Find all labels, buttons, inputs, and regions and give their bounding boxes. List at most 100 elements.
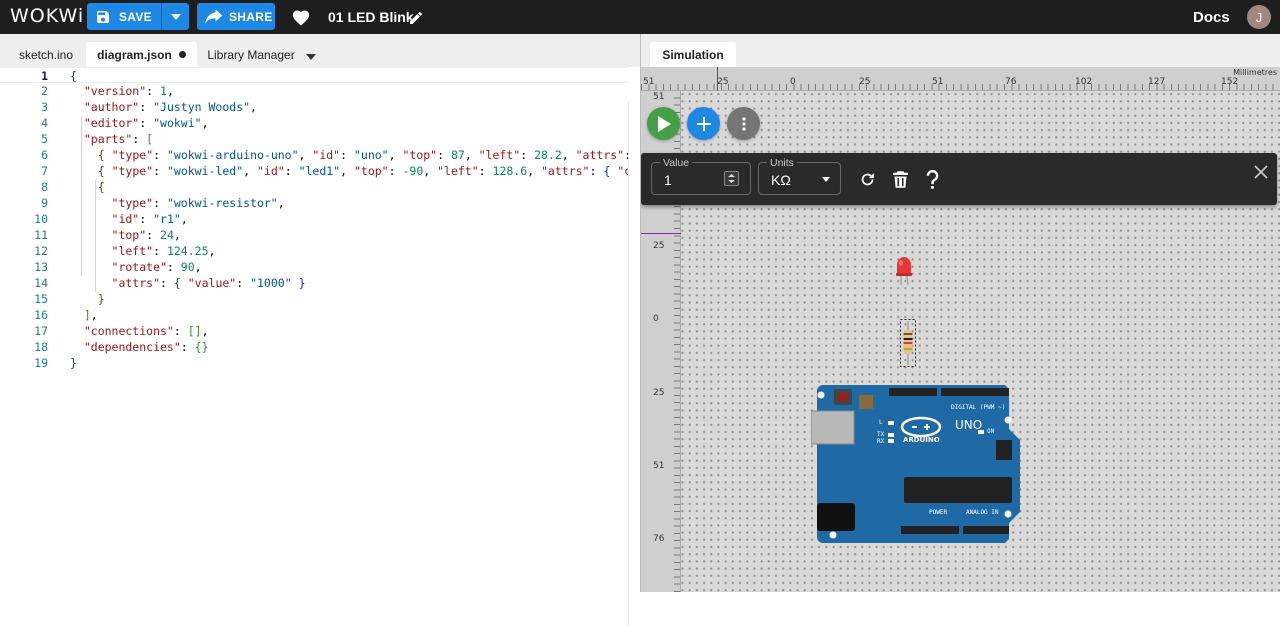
line-number: 10 <box>34 212 48 226</box>
board-tx-label: TX <box>877 431 885 438</box>
line-number: 15 <box>34 292 48 306</box>
save-button[interactable]: SAVE <box>87 3 162 30</box>
delete-trash-icon[interactable] <box>893 171 908 193</box>
board-analog-label: ANALOG IN <box>966 509 999 516</box>
ruler-label: 152 <box>1221 77 1239 87</box>
value-spinner[interactable] <box>724 171 739 186</box>
code-line: 19} <box>0 355 628 371</box>
ruler-label: 51 <box>643 77 655 87</box>
ruler-label: 51 <box>653 461 665 471</box>
line-number: 1 <box>41 69 48 83</box>
tab-simulation[interactable]: Simulation <box>650 42 736 67</box>
code-text: } <box>70 356 77 370</box>
code-line: 6 { "type": "wokwi-arduino-uno", "id": "… <box>0 147 673 163</box>
save-button-group: SAVE <box>87 3 189 30</box>
share-button[interactable]: SHARE <box>197 3 275 30</box>
ruler-label: 25 <box>653 241 665 251</box>
line-number: 5 <box>41 132 48 146</box>
line-number: 6 <box>41 148 48 162</box>
user-avatar[interactable]: J <box>1247 5 1271 29</box>
code-text: "top": 24, <box>70 228 181 242</box>
play-icon <box>657 115 671 132</box>
code-text: "left": 124.25, <box>70 244 216 258</box>
arduino-uno-board[interactable]: UNO ARDUINO DIGITAL (PWM ~) POWER ANALOG… <box>810 385 1023 548</box>
line-number: 11 <box>34 228 48 242</box>
close-icon[interactable] <box>1254 165 1268 184</box>
code-line: 17 "connections": [], <box>0 323 628 339</box>
code-text: "version": 1, <box>70 84 174 98</box>
ruler-marker <box>717 67 718 91</box>
tab-library-manager[interactable]: Library Manager <box>202 42 300 67</box>
simulation-canvas[interactable]: 51 25 0 25 51 76 102 127 152 Millimetres… <box>641 67 1280 592</box>
board-brand-label: ARDUINO <box>903 436 940 444</box>
line-number: 3 <box>41 100 48 114</box>
ruler-label: 51 <box>653 92 665 102</box>
code-text: { <box>97 180 105 194</box>
top-bar: WOKWi SAVE SHARE 01 LED Blink Docs J <box>0 0 1280 34</box>
code-text: "author": "Justyn Woods", <box>70 100 257 114</box>
unsaved-changes-dot-icon <box>178 51 186 58</box>
code-text: } <box>97 292 105 306</box>
ruler-label: 76 <box>1005 77 1017 87</box>
board-l-label: L <box>879 419 883 426</box>
tab-sketch-ino[interactable]: sketch.ino <box>10 42 82 67</box>
code-text: "editor": "wokwi", <box>70 116 209 130</box>
code-text: "rotate": 90, <box>70 260 202 274</box>
tab-diagram-json[interactable]: diagram.json <box>86 42 197 67</box>
project-name[interactable]: 01 LED Blink <box>328 9 414 25</box>
edit-pencil-icon[interactable] <box>408 10 424 31</box>
board-on-label: ON <box>987 428 995 435</box>
ruler-label: 76 <box>653 534 665 544</box>
board-rx-label: RX <box>877 438 885 445</box>
line-number: 16 <box>34 308 48 322</box>
resistor-component[interactable] <box>900 319 916 372</box>
ruler-unit-label: Millimetres <box>1233 68 1277 77</box>
code-text: "connections": [], <box>70 324 209 338</box>
tabs-menu-dropdown-icon[interactable] <box>306 47 316 65</box>
help-question-icon[interactable] <box>926 169 939 194</box>
ruler-top: 51 25 0 25 51 76 102 127 152 Millimetres <box>641 67 1280 91</box>
value-field[interactable]: Value 1 <box>651 157 751 195</box>
value-field-text: 1 <box>664 172 672 188</box>
units-select[interactable]: Units KΩ <box>758 157 841 195</box>
save-icon <box>97 10 109 23</box>
code-editor-pane: sketch.ino diagram.json Library Manager … <box>0 34 686 626</box>
start-simulation-button[interactable] <box>647 107 680 140</box>
code-line: 1{ <box>0 67 628 83</box>
editor-vertical-scrollbar[interactable] <box>628 101 640 626</box>
code-line: 7 { "type": "wokwi-led", "id": "led1", "… <box>0 163 686 179</box>
tab-label: diagram.json <box>97 47 172 62</box>
simulation-tabs: Simulation <box>641 34 1280 67</box>
code-text: "parts": [ <box>70 132 154 146</box>
docs-link[interactable]: Docs <box>1193 9 1230 26</box>
add-part-button[interactable] <box>687 107 720 140</box>
tab-label: Library Manager <box>207 47 295 62</box>
board-digital-label: DIGITAL (PWM ~) <box>951 404 1006 411</box>
ruler-label: 102 <box>1075 77 1093 87</box>
units-select-label: Units <box>767 157 797 169</box>
led-component[interactable] <box>895 257 913 292</box>
simulation-pane: Simulation 51 25 0 25 51 76 102 127 152 … <box>640 34 1280 592</box>
favorite-heart-icon[interactable] <box>291 8 311 31</box>
share-button-label: SHARE <box>229 9 273 24</box>
line-number: 9 <box>41 196 48 210</box>
share-arrow-icon <box>205 9 223 24</box>
code-line: 5 "parts": [ <box>0 131 628 147</box>
editor-tabs: sketch.ino diagram.json Library Manager <box>0 34 640 67</box>
tab-label: sketch.ino <box>18 47 74 62</box>
code-area[interactable]: 1{ 2 "version": 1, 3 "author": "Justyn W… <box>0 67 686 592</box>
part-properties-panel: Value 1 Units KΩ <box>641 153 1277 205</box>
board-power-label: POWER <box>929 509 948 516</box>
ruler-label: 25 <box>653 388 665 398</box>
more-vertical-icon <box>741 116 746 131</box>
wokwi-logo[interactable]: WOKWi <box>10 5 84 27</box>
save-options-dropdown[interactable] <box>162 3 189 30</box>
line-number: 8 <box>41 180 48 194</box>
more-options-button[interactable] <box>727 107 760 140</box>
indent-guide <box>81 116 82 276</box>
rotate-icon[interactable] <box>859 171 876 193</box>
value-field-label: Value <box>660 157 693 169</box>
ruler-label: 25 <box>859 77 871 87</box>
line-number: 7 <box>41 164 48 178</box>
code-line: 18 "dependencies": {} <box>0 339 628 355</box>
